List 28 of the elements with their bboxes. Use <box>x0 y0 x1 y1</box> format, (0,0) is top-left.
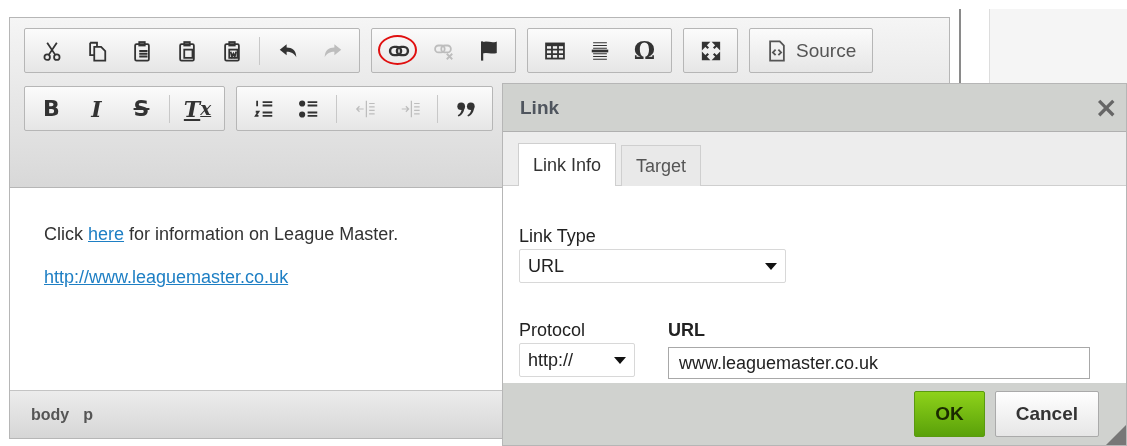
dropdown-caret-icon <box>614 356 626 364</box>
strikethrough-button[interactable]: S <box>119 88 164 129</box>
field-label: Link Type <box>519 226 597 247</box>
close-button[interactable]: × <box>1094 93 1118 122</box>
element-path-item[interactable]: body <box>31 405 70 424</box>
tab[interactable]: Target <box>621 145 702 186</box>
element-path-item[interactable]: p <box>83 405 93 424</box>
link[interactable]: http://www.leaguemaster.co.uk <box>44 267 289 287</box>
dropdown-caret-icon <box>765 262 777 270</box>
field-label: Protocol <box>519 320 587 341</box>
paragraph: Click here for information on League Master. <box>44 224 399 245</box>
bold-button[interactable]: B <box>29 88 74 129</box>
field-label: URL <box>668 320 706 341</box>
link[interactable]: here <box>88 224 125 244</box>
source-icon <box>766 39 788 62</box>
link-type-select[interactable]: URL <box>519 249 786 283</box>
special-character-button[interactable]: Ω <box>622 30 667 71</box>
maximize-icon <box>699 39 722 62</box>
url-input[interactable]: www.leaguemaster.co.uk <box>668 347 1090 379</box>
cancel-button[interactable]: Cancel <box>994 391 1099 437</box>
ok-button[interactable]: OK <box>914 391 985 437</box>
dialog-title: Link <box>520 96 560 119</box>
source-button[interactable]: Source <box>754 30 869 71</box>
bulleted-list-icon <box>297 97 320 120</box>
protocol-select[interactable]: http:// <box>519 343 635 377</box>
resize-grip-icon[interactable] <box>1106 425 1126 445</box>
italic-button[interactable]: I <box>74 88 119 129</box>
tab[interactable]: Link Info <box>518 143 617 186</box>
